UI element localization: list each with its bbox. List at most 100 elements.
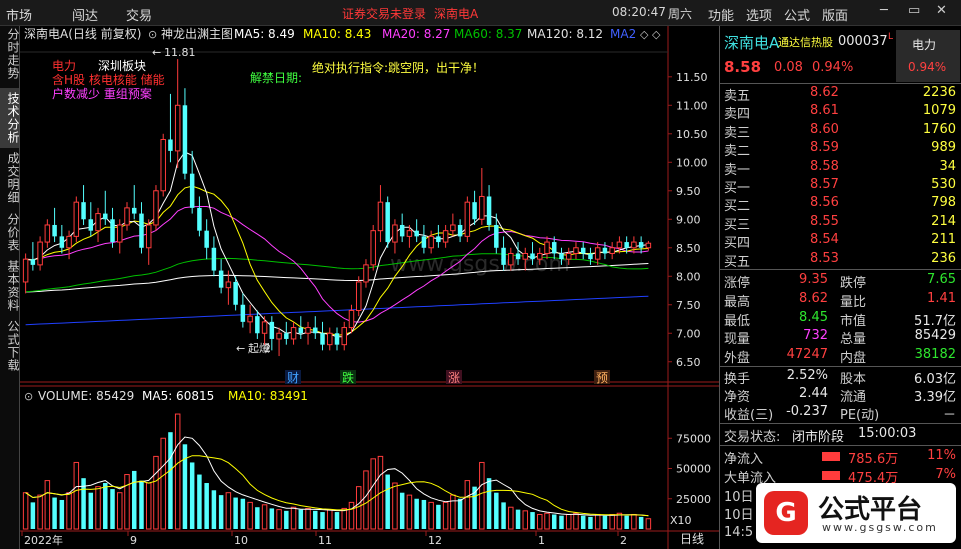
stat-row[interactable]: 换手 2.52% 股本 6.03亿 xyxy=(720,368,961,387)
price-tick-label: 8.00 xyxy=(676,270,701,283)
volume-bar xyxy=(240,498,246,529)
menu-trade[interactable]: 交易 xyxy=(126,5,152,24)
volume-bar xyxy=(103,483,108,529)
volume-bar xyxy=(153,455,159,530)
volume-bar xyxy=(95,486,101,530)
menu-market[interactable]: 市场 xyxy=(6,5,32,24)
stat-row[interactable]: 最低 8.45 市值 51.7亿 xyxy=(720,310,961,329)
volume-bar xyxy=(305,507,311,530)
flow-row[interactable]: 净流入 785.6万 11% xyxy=(720,448,961,467)
stat-label: 换手 xyxy=(724,372,751,387)
stat-label: 涨停 xyxy=(724,276,751,291)
bid-row[interactable]: 买五 8.53 236 xyxy=(720,251,961,270)
menu-tongda[interactable]: 闯达 xyxy=(72,5,98,24)
ask-volume: 34 xyxy=(939,158,956,174)
ask-price: 8.58 xyxy=(810,158,839,174)
candle-body xyxy=(124,207,130,226)
chart-canvas[interactable]: www.gsgsw.com 深南电A(日线 前复权) ⊙ 神龙出渊主图 MA5:… xyxy=(20,26,719,549)
tab-basic-info[interactable]: 基本资料 xyxy=(0,258,20,314)
candle-body xyxy=(559,253,564,260)
volume-bars xyxy=(22,413,652,530)
candle-body xyxy=(363,264,369,283)
candle-body xyxy=(645,242,652,249)
candle-body xyxy=(472,202,477,220)
volume-bar xyxy=(204,483,209,529)
high-price-label: 11.81 xyxy=(164,46,196,59)
login-notice: 证券交易未登录 xyxy=(342,7,427,21)
candle-body xyxy=(139,213,144,248)
stat-label: PE(动) xyxy=(840,408,880,423)
price-tick-label: 6.50 xyxy=(676,356,701,369)
bid-row[interactable]: 买二 8.56 798 xyxy=(720,195,961,214)
volume-tick-label: 50000 xyxy=(676,463,711,476)
volume-bar xyxy=(284,510,289,529)
ask-row[interactable]: 卖五 8.62 2236 xyxy=(720,85,961,104)
bid-row[interactable]: 买一 8.57 530 xyxy=(720,177,961,196)
menu-formula[interactable]: 公式 xyxy=(784,5,810,24)
tab-technical-analysis[interactable]: 技术分析 xyxy=(0,88,20,148)
tab-intraday[interactable]: 分时走势 xyxy=(0,28,20,80)
top-menu-bar: 市场 闯达 交易 证券交易未登录 深南电A 08:20:47 周六 功能 选项 … xyxy=(0,0,961,26)
ask-row[interactable]: 卖一 8.58 34 xyxy=(720,159,961,178)
bid-row[interactable]: 买四 8.54 211 xyxy=(720,232,961,251)
candle-body xyxy=(580,247,586,254)
volume-indicator-icon[interactable]: ⊙ xyxy=(24,390,33,403)
candle-body xyxy=(341,327,347,346)
stat-label: 外盘 xyxy=(724,351,751,367)
trade-status-label: 交易状态: xyxy=(724,430,781,445)
event-zhang[interactable]: 涨 xyxy=(448,370,460,385)
stat-row[interactable]: 外盘 47247 内盘 38182 xyxy=(720,347,961,366)
theme-tag[interactable]: 通达信热股 xyxy=(778,34,833,50)
flow-value: 785.6万 xyxy=(848,452,899,467)
candle-body xyxy=(494,224,499,248)
volume-bar xyxy=(218,495,224,529)
stat-row[interactable]: 涨停 9.35 跌停 7.65 xyxy=(720,272,961,291)
event-die[interactable]: 跌 xyxy=(342,370,354,385)
ask-row[interactable]: 卖三 8.60 1760 xyxy=(720,122,961,141)
volume-bar xyxy=(370,458,376,530)
ma10-readout: MA10: 8.43 xyxy=(303,27,371,41)
ask-row[interactable]: 卖四 8.61 1079 xyxy=(720,103,961,122)
price-tick-label: 11.00 xyxy=(676,99,708,112)
volume-bar xyxy=(479,461,485,530)
stat-row[interactable]: 净资 2.44 流通 3.39亿 xyxy=(720,386,961,405)
volume-bar xyxy=(52,497,57,529)
stat-value: 8.62 xyxy=(799,290,828,306)
stat-label: 量比 xyxy=(840,294,867,310)
volume-bar xyxy=(624,515,629,529)
period-label[interactable]: 日线 xyxy=(680,532,704,546)
close-icon[interactable]: ✕ xyxy=(936,3,947,18)
candle-body xyxy=(537,252,543,260)
menu-options[interactable]: 选项 xyxy=(746,5,772,24)
volume-bar xyxy=(88,492,94,529)
tab-formula-download[interactable]: 公式下载 xyxy=(0,318,20,374)
minimize-icon[interactable]: ─ xyxy=(880,3,888,18)
flow-pct: 11% xyxy=(927,448,956,463)
volume-bar xyxy=(421,499,427,529)
indicator-name[interactable]: 神龙出渊主图 xyxy=(161,27,233,41)
command-text: 绝对执行指令:跳空阴，出干净！ xyxy=(312,60,484,75)
header-settings-icon[interactable]: ◇ xyxy=(652,28,661,41)
stat-row[interactable]: 现量 732 总量 85429 xyxy=(720,328,961,347)
tab-trade-detail[interactable]: 成交明细 xyxy=(0,150,20,206)
stat-row[interactable]: 收益(三) -0.237 PE(动) － xyxy=(720,404,961,423)
event-yu[interactable]: 预 xyxy=(596,371,608,385)
volume-bar xyxy=(508,506,514,530)
ask-row[interactable]: 卖二 8.59 989 xyxy=(720,140,961,159)
chevron-down-icon[interactable]: ⊙ xyxy=(148,28,157,41)
tab-price-table[interactable]: 分价表 xyxy=(0,210,20,254)
left-view-tabs: 分时走势 技术分析 成交明细 分价表 基本资料 公式下载 xyxy=(0,26,20,549)
menu-function[interactable]: 功能 xyxy=(708,5,734,24)
volume-bar xyxy=(414,498,419,529)
restore-icon[interactable]: ▭ xyxy=(908,3,920,18)
candle-body xyxy=(59,236,65,248)
candle-body xyxy=(594,247,601,260)
volume-bar xyxy=(145,482,152,530)
kline-chart[interactable]: www.gsgsw.com 深南电A(日线 前复权) ⊙ 神龙出渊主图 MA5:… xyxy=(20,26,719,549)
menu-layout[interactable]: 版面 xyxy=(822,5,848,24)
ma20-readout: MA20: 8.27 xyxy=(382,27,450,41)
event-cai[interactable]: 财 xyxy=(287,371,299,385)
bid-row[interactable]: 买三 8.55 214 xyxy=(720,214,961,233)
header-expand-icon[interactable]: ◇ xyxy=(640,28,649,41)
stat-row[interactable]: 最高 8.62 量比 1.41 xyxy=(720,291,961,310)
